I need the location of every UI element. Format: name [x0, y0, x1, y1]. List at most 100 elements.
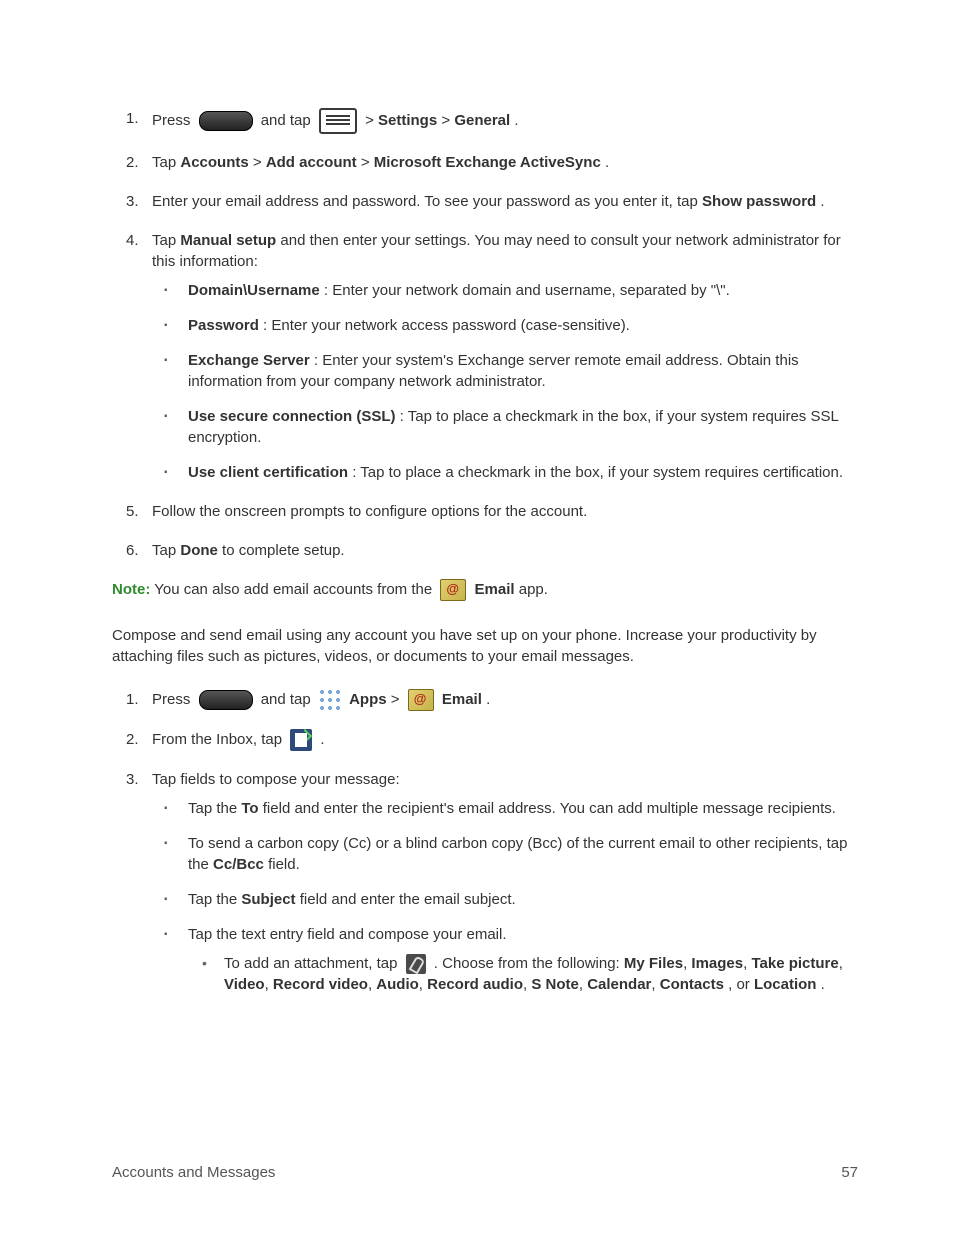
list-item: Use secure connection (SSL) : Tap to pla… — [152, 406, 858, 448]
email-label: Email — [475, 581, 515, 598]
compose-icon — [290, 729, 312, 751]
home-key-icon — [199, 111, 253, 131]
text: Enter your email address and password. T… — [152, 193, 702, 210]
list-item: Exchange Server : Enter your system's Ex… — [152, 350, 858, 392]
step-number: 3. — [126, 191, 139, 212]
text: . — [820, 193, 824, 210]
show-password-label: Show password — [702, 193, 816, 210]
section2-steps: 1. Press and tap Apps > Email . 2. From … — [112, 689, 858, 995]
text: field and enter the email subject. — [300, 891, 516, 908]
step-4: 4. Tap Manual setup and then enter your … — [112, 230, 858, 483]
email-label: Email — [442, 691, 482, 708]
note: Note: You can also add email accounts fr… — [112, 579, 858, 601]
step-number: 6. — [126, 540, 139, 561]
email-app-icon — [440, 579, 466, 601]
note-text: app. — [519, 581, 548, 598]
gt: > — [253, 154, 266, 171]
step-6: 6. Tap Done to complete setup. — [112, 540, 858, 561]
text: From the Inbox, tap — [152, 731, 286, 748]
attach-option: My Files — [624, 955, 683, 972]
text: Tap — [152, 154, 180, 171]
attach-option: Images — [691, 955, 743, 972]
note-label: Note: — [112, 581, 150, 598]
footer-section: Accounts and Messages — [112, 1164, 275, 1181]
step-3: 3. Enter your email address and password… — [112, 191, 858, 212]
field-name: Use secure connection (SSL) — [188, 408, 396, 425]
text: Tap — [152, 542, 180, 559]
section2-intro: Compose and send email using any account… — [112, 625, 858, 667]
add-account-label: Add account — [266, 154, 357, 171]
subject-label: Subject — [241, 891, 295, 908]
step-number: 2. — [126, 729, 139, 750]
step-number: 4. — [126, 230, 139, 251]
text: . — [514, 112, 518, 129]
text: Follow the onscreen prompts to configure… — [152, 503, 587, 520]
step-2: 2. Tap Accounts > Add account > Microsof… — [112, 152, 858, 173]
page-number: 57 — [841, 1162, 858, 1183]
list-item: Domain\Username : Enter your network dom… — [152, 280, 858, 301]
accounts-label: Accounts — [180, 154, 248, 171]
text: Tap fields to compose your message: — [152, 771, 400, 788]
note-text: You can also add email accounts from the — [154, 581, 436, 598]
step-3: 3. Tap fields to compose your message: T… — [112, 769, 858, 995]
text: . — [821, 976, 825, 993]
text: . — [605, 154, 609, 171]
done-label: Done — [180, 542, 218, 559]
field-desc: : Tap to place a checkmark in the box, i… — [352, 464, 843, 481]
text: and tap — [261, 691, 315, 708]
text: field and enter the recipient's email ad… — [263, 800, 836, 817]
attach-option: Video — [224, 976, 265, 993]
list-item: Tap the To field and enter the recipient… — [152, 798, 858, 819]
text: . — [320, 731, 324, 748]
text: Tap the text entry field and compose you… — [188, 926, 507, 943]
text: to complete setup. — [222, 542, 345, 559]
general-label: General — [454, 112, 510, 129]
field-name: Use client certification — [188, 464, 348, 481]
gt: > — [441, 112, 454, 129]
exchange-label: Microsoft Exchange ActiveSync — [374, 154, 601, 171]
step-2: 2. From the Inbox, tap . — [112, 729, 858, 751]
text: Tap the — [188, 891, 241, 908]
text: Tap the — [188, 800, 241, 817]
settings-label: Settings — [378, 112, 437, 129]
attach-option: Audio — [376, 976, 419, 993]
footer: Accounts and Messages 57 — [112, 1162, 858, 1183]
list-item: To add an attachment, tap . Choose from … — [188, 953, 858, 995]
apps-grid-icon — [319, 689, 341, 711]
to-label: To — [241, 800, 258, 817]
text: , or — [728, 976, 754, 993]
attach-option: Record audio — [427, 976, 523, 993]
text: . — [486, 691, 490, 708]
list-item: Tap the Subject field and enter the emai… — [152, 889, 858, 910]
step-number: 3. — [126, 769, 139, 790]
list-item: To send a carbon copy (Cc) or a blind ca… — [152, 833, 858, 875]
step-1: 1. Press and tap > Settings > General . — [112, 108, 858, 134]
step-3-sub: Tap the To field and enter the recipient… — [152, 798, 858, 995]
text: field. — [268, 856, 300, 873]
text: To add an attachment, tap — [224, 955, 402, 972]
gt: > — [391, 691, 404, 708]
list-item: Tap the text entry field and compose you… — [152, 924, 858, 995]
step-number: 1. — [126, 108, 139, 129]
list-item: Password : Enter your network access pas… — [152, 315, 858, 336]
page: 1. Press and tap > Settings > General . … — [0, 0, 954, 1235]
home-key-icon — [199, 690, 253, 710]
step-1: 1. Press and tap Apps > Email . — [112, 689, 858, 711]
step-number: 2. — [126, 152, 139, 173]
text: Press — [152, 691, 195, 708]
attach-option: S Note — [531, 976, 579, 993]
step-number: 5. — [126, 501, 139, 522]
attach-last: Location — [754, 976, 817, 993]
attach-option: Take picture — [751, 955, 838, 972]
field-desc: : Enter your network access password (ca… — [263, 317, 630, 334]
attach-option: Contacts — [660, 976, 724, 993]
ccbcc-label: Cc/Bcc — [213, 856, 264, 873]
text: . Choose from the following: — [434, 955, 624, 972]
attach-option: Calendar — [587, 976, 651, 993]
field-name: Domain\Username — [188, 282, 320, 299]
text: and tap — [261, 112, 315, 129]
field-desc: : Enter your network domain and username… — [324, 282, 730, 299]
apps-label: Apps — [349, 691, 387, 708]
text: Press — [152, 112, 195, 129]
attach-icon — [406, 954, 426, 974]
